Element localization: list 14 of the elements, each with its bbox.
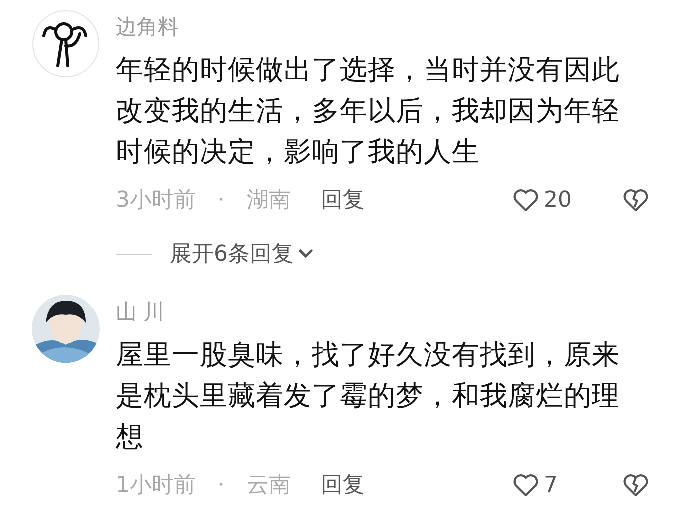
- comment-text: 屋里一股臭味，找了好久没有找到，原来是枕头里藏着发了霉的梦，和我腐烂的理想: [116, 338, 621, 455]
- location: 湖南: [247, 187, 291, 215]
- separator: ·: [218, 472, 225, 498]
- avatar[interactable]: [32, 10, 100, 78]
- reply-button[interactable]: 回复: [321, 470, 365, 500]
- timestamp: 1小时前: [116, 472, 196, 500]
- expand-replies-button[interactable]: 展开6条回复: [170, 239, 316, 269]
- comment-text: 年轻的时候做出了选择，当时并没有因此改变我的生活，多年以后，我却因为年轻时候的决定，影响了我的人生: [116, 53, 621, 170]
- like-button[interactable]: 20: [512, 186, 582, 214]
- separator: ·: [218, 188, 225, 212]
- timestamp: 3小时前: [116, 187, 196, 215]
- like-button[interactable]: 7: [512, 471, 582, 499]
- reply-button[interactable]: 回复: [321, 185, 365, 215]
- location: 云南: [247, 472, 291, 500]
